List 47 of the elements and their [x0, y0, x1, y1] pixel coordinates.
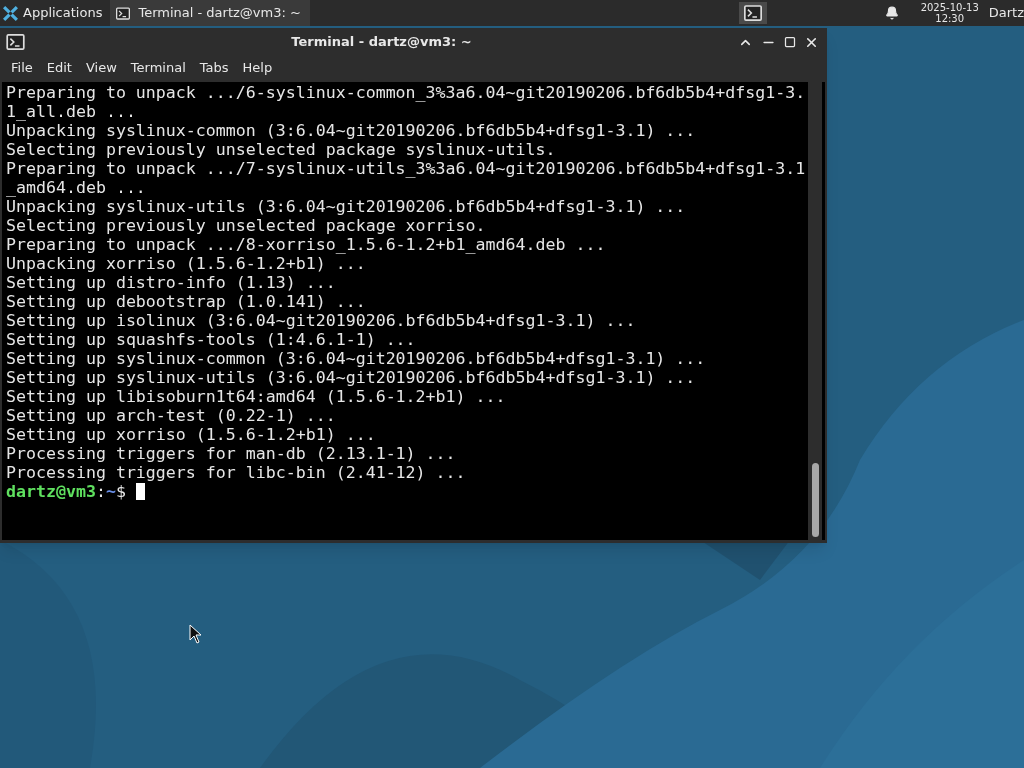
taskbar-button[interactable]: Terminal - dartz@vm3: ~: [110, 0, 311, 26]
output-line: Setting up squashfs-tools (1:4.6.1-1) ...: [6, 330, 417, 349]
output-line: Selecting previously unselected package xorriso.: [6, 216, 487, 235]
output-line: Setting up syslinux-utils (3:6.04~git20190206.bf6db5b4+dfsg1-3.1) ...: [6, 368, 697, 387]
menu-item[interactable]: Terminal: [123, 58, 193, 78]
output-line: Preparing to unpack .../7-syslinux-utils_3%3a6.04~git20190206.bf6db5b4+dfsg1-3.1: [6, 159, 807, 178]
output-line: Processing triggers for libc-bin (2.41-12) ...: [6, 463, 467, 482]
output-line: Setting up isolinux (3:6.04~git20190206.bf6db5b4+dfsg1-3.1) ...: [6, 311, 637, 330]
prompt-user-host: dartz@vm3: [6, 482, 96, 501]
menu-item[interactable]: View: [78, 58, 124, 78]
text-cursor: [135, 483, 145, 500]
window-title: Terminal - dartz@vm3: ~: [290, 33, 473, 52]
output-line: Processing triggers for man-db (2.13.1-1) ...: [6, 444, 457, 463]
output-line: Unpacking syslinux-common (3:6.04~git20190206.bf6db5b4+dfsg1-3.1) ...: [6, 121, 697, 140]
terminal-icon: [743, 5, 762, 21]
mouse-pointer-icon: [189, 624, 202, 644]
menu-item[interactable]: Edit: [39, 58, 79, 78]
output-line: Unpacking xorriso (1.5.6-1.2+b1) ...: [6, 254, 367, 273]
user-menu[interactable]: Dartz: [988, 3, 1024, 23]
output-line: Unpacking syslinux-utils (3:6.04~git20190206.bf6db5b4+dfsg1-3.1) ...: [6, 197, 687, 216]
app-logo-icon: [2, 4, 19, 22]
applications-menu[interactable]: Applications: [0, 0, 107, 26]
prompt-separator: :: [95, 482, 106, 501]
terminal-icon: [6, 34, 25, 50]
menu-item[interactable]: Help: [235, 58, 280, 78]
output-line: _amd64.deb ...: [6, 178, 147, 197]
output-line: Preparing to unpack .../8-xorriso_1.5.6-1.2+b1_amd64.deb ...: [6, 235, 607, 254]
output-line: Selecting previously unselected package syslinux-utils.: [6, 140, 557, 159]
prompt-path: ~: [105, 482, 116, 501]
output-line: Setting up debootstrap (1.0.141) ...: [6, 292, 367, 311]
output-line: 1_all.deb ...: [6, 102, 137, 121]
terminal-launcher[interactable]: [738, 2, 767, 24]
output-line: Setting up libisoburn1t64:amd64 (1.5.6-1.2+b1) ...: [6, 387, 507, 406]
notification-icon[interactable]: [884, 6, 899, 20]
menu-item[interactable]: Tabs: [192, 58, 236, 78]
output-line: Preparing to unpack .../6-syslinux-common_3%3a6.04~git20190206.bf6db5b4+dfsg1-3.: [6, 83, 807, 102]
clock[interactable]: 2025-10-13 12:30: [920, 2, 979, 24]
menu-item[interactable]: File: [4, 58, 40, 78]
scrollbar[interactable]: [808, 82, 822, 540]
output-line: Setting up syslinux-common (3:6.04~git20190206.bf6db5b4+dfsg1-3.1) ...: [6, 349, 707, 368]
output-line: Setting up xorriso (1.5.6-1.2+b1) ...: [6, 425, 377, 444]
prompt-symbol: $: [115, 482, 126, 501]
terminal-icon: [116, 6, 131, 20]
output-line: Setting up arch-test (0.22-1) ...: [6, 406, 337, 425]
scrollbar-thumb[interactable]: [811, 463, 819, 537]
maximize-icon[interactable]: [784, 36, 796, 48]
output-line: Setting up distro-info (1.13) ...: [6, 273, 337, 292]
